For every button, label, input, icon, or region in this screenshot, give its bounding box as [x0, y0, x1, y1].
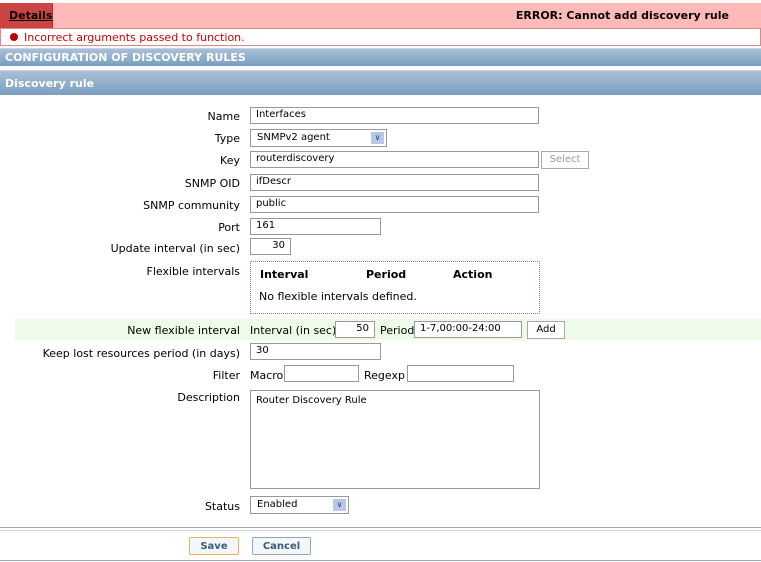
new-interval-input[interactable]: 50	[335, 321, 375, 338]
status-label: Status	[204, 500, 240, 513]
error-message: Incorrect arguments passed to function.	[0, 29, 761, 46]
chevron-down-icon: ∨	[333, 499, 346, 511]
update-interval-input[interactable]: 30	[250, 238, 291, 255]
section-header: CONFIGURATION OF DISCOVERY RULES	[0, 48, 761, 66]
error-title: ERROR: Cannot add discovery rule	[515, 9, 729, 22]
form-title: Discovery rule	[5, 77, 95, 90]
snmp-community-input[interactable]: public	[250, 196, 539, 213]
flexible-intervals-label: Flexible intervals	[146, 265, 241, 278]
no-intervals-text: No flexible intervals defined.	[259, 290, 417, 303]
section-title: CONFIGURATION OF DISCOVERY RULES	[5, 51, 246, 64]
regexp-input[interactable]	[407, 365, 514, 382]
snmp-community-label: SNMP community	[143, 199, 240, 212]
footer-divider	[0, 530, 761, 531]
port-label: Port	[218, 221, 240, 234]
macro-input[interactable]	[284, 365, 359, 382]
interval-label: Interval (in sec)	[250, 324, 337, 337]
period-label: Period	[380, 324, 415, 337]
keep-lost-label: Keep lost resources period (in days)	[42, 347, 240, 360]
macro-label: Macro	[250, 369, 284, 382]
col-period: Period	[366, 268, 407, 281]
regexp-label: Regexp	[364, 369, 405, 382]
key-input[interactable]: routerdiscovery	[250, 151, 539, 168]
chevron-down-icon: ∨	[371, 132, 384, 144]
error-icon	[10, 33, 18, 41]
error-text: Incorrect arguments passed to function.	[24, 31, 245, 44]
new-flexible-label: New flexible interval	[127, 324, 240, 337]
snmp-oid-input[interactable]: ifDescr	[250, 174, 539, 191]
update-interval-label: Update interval (in sec)	[110, 242, 240, 255]
cancel-button[interactable]: Cancel	[252, 537, 311, 555]
description-textarea[interactable]: Router Discovery Rule	[250, 390, 540, 489]
footer-divider	[0, 527, 761, 528]
type-label: Type	[214, 132, 240, 145]
status-select[interactable]: Enabled ∨	[250, 496, 349, 514]
col-action: Action	[453, 268, 493, 281]
key-label: Key	[220, 154, 240, 167]
add-interval-button[interactable]: Add	[527, 321, 565, 339]
name-label: Name	[207, 110, 240, 123]
port-input[interactable]: 161	[250, 218, 381, 235]
new-period-input[interactable]: 1-7,00:00-24:00	[414, 321, 522, 338]
flexible-intervals-table: Interval Period Action No flexible inter…	[250, 261, 540, 314]
bottom-divider	[0, 560, 761, 561]
form-header: Discovery rule	[0, 70, 761, 95]
filter-label: Filter	[212, 369, 240, 382]
keep-lost-input[interactable]: 30	[250, 343, 381, 360]
select-key-button[interactable]: Select	[541, 151, 589, 169]
col-interval: Interval	[260, 268, 309, 281]
status-value: Enabled	[257, 499, 298, 510]
description-label: Description	[177, 391, 240, 404]
details-button[interactable]: Details	[0, 3, 53, 28]
details-link[interactable]: Details	[9, 9, 52, 22]
snmp-oid-label: SNMP OID	[184, 177, 240, 190]
name-input[interactable]: Interfaces	[250, 107, 539, 124]
save-button[interactable]: Save	[189, 537, 239, 555]
type-select[interactable]: SNMPv2 agent ∨	[250, 129, 387, 147]
type-value: SNMPv2 agent	[257, 132, 330, 143]
